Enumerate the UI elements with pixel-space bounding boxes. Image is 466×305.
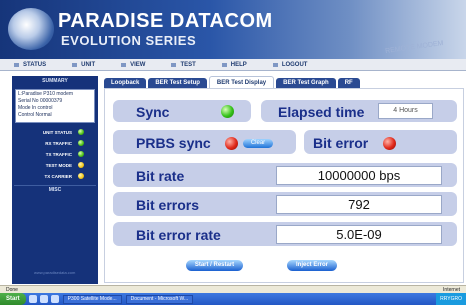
status-label: TX TRAFFIC	[45, 151, 72, 157]
menu-bullet-icon	[171, 62, 177, 67]
bit-error-label: Bit error	[313, 135, 369, 151]
status-unit[interactable]: UNIT STATUS	[14, 128, 96, 136]
sidebar-summary-heading: SUMMARY	[42, 78, 68, 84]
menu-bullet-icon	[14, 62, 19, 67]
menu-label: HELP	[230, 61, 247, 68]
unit-info-line: Control Normal	[18, 112, 52, 118]
start-button[interactable]: Start	[0, 293, 26, 305]
sidebar-footer-link[interactable]: www.paradisedata.com	[34, 270, 75, 276]
bit-error-rate-value: 5.0E-09	[276, 225, 442, 244]
menu-label: VIEW	[130, 61, 146, 68]
status-rx-traffic[interactable]: RX TRAFFIC	[14, 139, 96, 147]
menu-bullet-icon	[221, 62, 227, 67]
tab-loopback[interactable]: Loopback	[104, 78, 147, 88]
quick-launch-ie-icon[interactable]	[28, 295, 37, 303]
menu-logout[interactable]: LOGOUT	[272, 61, 308, 68]
browser-status-bar: Done Internet	[0, 285, 466, 293]
menu-view[interactable]: VIEW	[121, 62, 145, 68]
sync-label: Sync	[136, 104, 170, 120]
menu-label: STATUS	[23, 61, 47, 68]
tab-ber-test-display[interactable]: BER Test Display	[208, 76, 275, 88]
prbs-sync-led-icon	[225, 137, 238, 150]
quick-launch-desktop-icon[interactable]	[39, 295, 48, 303]
status-tx-traffic[interactable]: TX TRAFFIC	[14, 150, 96, 158]
menu-label: LOGOUT	[281, 61, 308, 68]
status-zone-text: Internet	[443, 286, 460, 293]
bit-rate-label: Bit rate	[136, 168, 185, 184]
menu-help[interactable]: HELP	[221, 61, 247, 68]
taskbar: Start P300 Satellite Mode... Document - …	[0, 293, 466, 305]
unit-info-line: L:Paradise P310 modem	[18, 91, 74, 97]
quick-launch-outlook-icon[interactable]	[50, 295, 59, 303]
menu-bullet-icon	[121, 62, 127, 67]
tab-rf[interactable]: RF	[337, 78, 360, 88]
bit-errors-value: 792	[276, 195, 442, 214]
taskbar-item-word[interactable]: Document - Microsoft W...	[125, 294, 194, 304]
menu-bullet-icon	[72, 62, 78, 67]
menu-unit[interactable]: UNIT	[72, 62, 95, 68]
tab-ber-test-graph[interactable]: BER Test Graph	[276, 78, 336, 88]
menu-status[interactable]: STATUS	[14, 62, 46, 68]
bit-error-rate-label: Bit error rate	[136, 227, 221, 243]
bit-errors-label: Bit errors	[136, 197, 200, 213]
sidebar-misc-heading: MISC	[14, 185, 96, 193]
menu-label: TEST	[180, 61, 196, 68]
unit-info-box: L:Paradise P310 modem Serial No 00000379…	[15, 89, 95, 123]
clear-button[interactable]: Clear	[243, 139, 273, 148]
ber-display-panel: Sync Elapsed time 4 Hours PRBS sync Clea…	[104, 88, 464, 283]
header-banner: PARADISE DATACOM EVOLUTION SERIES REMOTE…	[0, 0, 466, 59]
tab-ber-test-setup[interactable]: BER Test Setup	[148, 78, 207, 88]
system-tray[interactable]: RRYGRO	[436, 293, 466, 305]
status-led-icon	[78, 173, 84, 179]
start-restart-button[interactable]: Start / Restart	[186, 260, 243, 271]
tab-bar: Loopback BER Test Setup BER Test Display…	[104, 76, 466, 88]
banner-tagline: REMOTE MODEM	[384, 39, 444, 56]
status-led-icon	[78, 151, 84, 157]
status-led-icon	[78, 140, 84, 146]
elapsed-time-label: Elapsed time	[278, 104, 365, 120]
status-led-icon	[78, 162, 84, 168]
status-test-mode[interactable]: TEST MODE	[14, 161, 96, 169]
brand-title: PARADISE DATACOM	[58, 10, 273, 32]
status-label: UNIT STATUS	[42, 129, 72, 135]
menu-test[interactable]: TEST	[171, 61, 196, 68]
top-menu: STATUS UNIT VIEW TEST HELP LOGOUT	[0, 59, 466, 71]
status-label: RX TRAFFIC	[45, 140, 72, 146]
prbs-sync-label: PRBS sync	[136, 135, 211, 151]
status-led-icon	[78, 129, 84, 135]
inject-error-button[interactable]: Inject Error	[287, 260, 337, 271]
bit-error-led-icon	[383, 137, 396, 150]
sync-led-icon	[221, 105, 234, 118]
brand-subtitle: EVOLUTION SERIES	[61, 33, 197, 48]
menu-bullet-icon	[272, 62, 278, 67]
elapsed-time-value: 4 Hours	[378, 103, 433, 119]
menu-label: UNIT	[81, 61, 96, 68]
unit-info-line: Mode In control	[18, 105, 53, 111]
bit-rate-value: 10000000 bps	[276, 166, 442, 185]
status-label: TX CARRIER	[44, 173, 72, 179]
status-done-text: Done	[6, 286, 18, 293]
palm-logo-icon	[8, 8, 54, 50]
status-tx-carrier[interactable]: TX CARRIER	[14, 172, 96, 180]
status-label: TEST MODE	[45, 162, 72, 168]
unit-info-line: Serial No 00000379	[18, 98, 63, 104]
taskbar-item-browser[interactable]: P300 Satellite Mode...	[62, 294, 122, 304]
